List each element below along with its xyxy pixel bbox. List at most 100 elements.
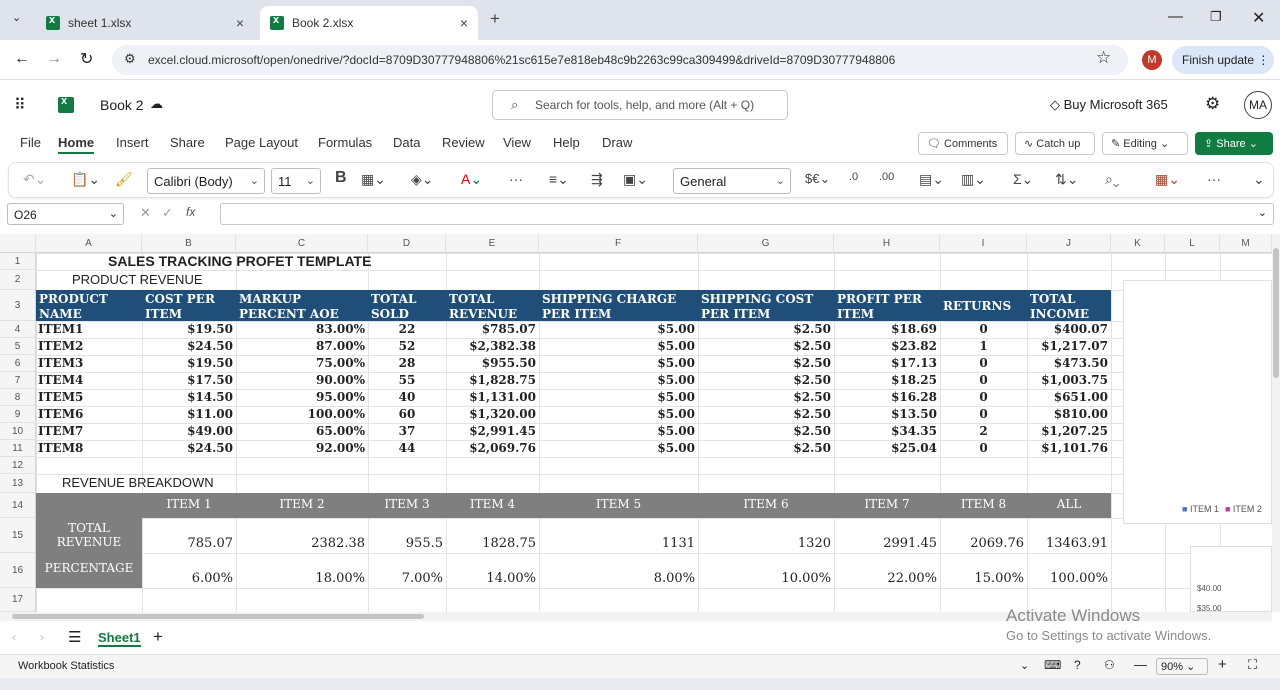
row-header-10[interactable]: 10 bbox=[0, 423, 36, 440]
restore-icon[interactable]: ❐ bbox=[1210, 9, 1222, 25]
conditional-format-icon[interactable]: ▤⌄ bbox=[919, 171, 944, 188]
chart-legend-panel[interactable]: ■ ITEM 1 ■ ITEM 2 bbox=[1123, 280, 1272, 524]
tab-list-icon[interactable]: ⌄ bbox=[12, 11, 21, 24]
column-header-J[interactable]: J bbox=[1027, 234, 1111, 253]
column-header-F[interactable]: F bbox=[539, 234, 698, 253]
minimize-icon[interactable]: — bbox=[1168, 8, 1183, 25]
row-header-7[interactable]: 7 bbox=[0, 372, 36, 389]
editing-mode-button[interactable]: ✎ Editing ⌄ bbox=[1102, 132, 1188, 155]
borders-icon[interactable]: ▦⌄ bbox=[361, 171, 386, 188]
catch-up-button[interactable]: ∿ Catch up bbox=[1015, 132, 1095, 155]
tab-insert[interactable]: Insert bbox=[116, 135, 149, 150]
keyboard-icon[interactable]: ⌨ bbox=[1044, 658, 1061, 672]
search-box[interactable]: ⌕ Search for tools, help, and more (Alt … bbox=[492, 90, 788, 120]
tab-file[interactable]: File bbox=[20, 135, 41, 150]
tab-view[interactable]: View bbox=[503, 135, 531, 150]
close-icon[interactable]: × bbox=[236, 15, 244, 31]
row-header-2[interactable]: 2 bbox=[0, 270, 36, 290]
column-header-E[interactable]: E bbox=[446, 234, 539, 253]
accessibility-icon[interactable]: ⚇ bbox=[1104, 658, 1115, 672]
column-header-G[interactable]: G bbox=[698, 234, 834, 253]
profile-avatar[interactable]: M bbox=[1142, 50, 1162, 70]
row-header-8[interactable]: 8 bbox=[0, 389, 36, 406]
decrease-decimal-icon[interactable]: .0 bbox=[849, 171, 858, 183]
spreadsheet-grid[interactable]: ABCDEFGHIJKLM 1 2 3 4 5 6 7 8 9 10 11 12 13 14 15 16 17 S… bbox=[0, 234, 1280, 612]
font-family-select[interactable]: Calibri (Body) ⌄ bbox=[147, 168, 265, 194]
font-size-select[interactable]: 11 ⌄ bbox=[271, 168, 321, 194]
tab-formulas[interactable]: Formulas bbox=[318, 135, 372, 150]
prev-sheet-icon[interactable]: ‹ bbox=[12, 630, 16, 644]
row-header-3[interactable]: 3 bbox=[0, 290, 36, 321]
back-icon[interactable]: ← bbox=[14, 50, 30, 68]
row-header-6[interactable]: 6 bbox=[0, 355, 36, 372]
column-header-B[interactable]: B bbox=[142, 234, 236, 253]
zoom-level-select[interactable]: 90% ⌄ bbox=[1156, 658, 1208, 675]
zoom-in-icon[interactable]: + bbox=[1218, 656, 1227, 673]
help-icon[interactable]: ? bbox=[1074, 658, 1081, 672]
select-all-corner[interactable] bbox=[0, 234, 36, 253]
vertical-scroll-thumb[interactable] bbox=[1273, 248, 1279, 378]
row-header-4[interactable]: 4 bbox=[0, 321, 36, 338]
tab-share[interactable]: Share bbox=[170, 135, 205, 150]
row-header-5[interactable]: 5 bbox=[0, 338, 36, 355]
reload-icon[interactable]: ↻ bbox=[80, 49, 93, 69]
comments-button[interactable]: 🗨 Comments bbox=[918, 132, 1008, 155]
browser-tab-book2[interactable]: Book 2.xlsx × bbox=[260, 6, 478, 40]
row-header-12[interactable]: 12 bbox=[0, 457, 36, 474]
add-ins-icon[interactable]: ▦⌄ bbox=[1155, 171, 1180, 188]
row-header-1[interactable]: 1 bbox=[0, 253, 36, 270]
chart-panel[interactable]: $40.00 $35.00 bbox=[1190, 546, 1272, 612]
tab-data[interactable]: Data bbox=[393, 135, 420, 150]
row-header-17[interactable]: 17 bbox=[0, 588, 36, 612]
fullscreen-icon[interactable]: ⛶ bbox=[1248, 657, 1257, 673]
undo-icon[interactable]: ↶⌄ bbox=[23, 171, 46, 188]
row-header-13[interactable]: 13 bbox=[0, 474, 36, 493]
column-header-H[interactable]: H bbox=[834, 234, 940, 253]
column-header-D[interactable]: D bbox=[368, 234, 446, 253]
autosum-icon[interactable]: Σ⌄ bbox=[1013, 171, 1033, 188]
row-header-11[interactable]: 11 bbox=[0, 440, 36, 457]
tab-draw[interactable]: Draw bbox=[602, 135, 632, 150]
tab-page-layout[interactable]: Page Layout bbox=[225, 135, 298, 150]
new-tab-icon[interactable]: + bbox=[490, 9, 500, 29]
column-header-M[interactable]: M bbox=[1220, 234, 1272, 253]
site-settings-icon[interactable]: ⚙ bbox=[124, 51, 136, 67]
paste-icon[interactable]: 📋⌄ bbox=[71, 171, 100, 188]
cancel-icon[interactable]: ✕ bbox=[140, 205, 151, 221]
row-header-15[interactable]: 15 bbox=[0, 518, 36, 553]
more-font-icon[interactable]: ··· bbox=[509, 171, 523, 187]
row-header-14[interactable]: 14 bbox=[0, 493, 36, 518]
format-table-icon[interactable]: ▥⌄ bbox=[961, 171, 986, 188]
column-header-L[interactable]: L bbox=[1165, 234, 1220, 253]
vertical-scrollbar[interactable] bbox=[1272, 234, 1280, 612]
column-header-K[interactable]: K bbox=[1111, 234, 1165, 253]
row-header-9[interactable]: 9 bbox=[0, 406, 36, 423]
tab-home[interactable]: Home bbox=[58, 135, 95, 154]
merge-center-icon[interactable]: ▣⌄ bbox=[623, 171, 648, 188]
autosave-cloud-icon[interactable]: ☁ bbox=[150, 96, 163, 112]
column-header-A[interactable]: A bbox=[36, 234, 142, 253]
enter-icon[interactable]: ✓ bbox=[162, 205, 173, 221]
name-box[interactable]: O26 ⌄ bbox=[7, 203, 124, 225]
wrap-text-icon[interactable]: ⇶ bbox=[591, 171, 603, 188]
all-sheets-icon[interactable]: ☰ bbox=[68, 628, 81, 646]
sheet-tab-sheet1[interactable]: Sheet1 bbox=[98, 630, 141, 647]
url-field[interactable]: ⚙ excel.cloud.microsoft/open/onedrive/?d… bbox=[112, 45, 1128, 75]
document-title[interactable]: Book 2 bbox=[100, 97, 144, 113]
app-launcher-icon[interactable]: ⠿ bbox=[14, 95, 26, 115]
next-sheet-icon[interactable]: › bbox=[40, 630, 44, 644]
window-close-icon[interactable]: ✕ bbox=[1252, 8, 1265, 28]
more-options-icon[interactable]: ··· bbox=[1207, 171, 1221, 187]
tab-help[interactable]: Help bbox=[553, 135, 580, 150]
column-header-C[interactable]: C bbox=[236, 234, 368, 253]
increase-decimal-icon[interactable]: .00 bbox=[879, 171, 894, 183]
insert-function-icon[interactable]: fx bbox=[186, 205, 195, 219]
font-color-icon[interactable]: A⌄ bbox=[461, 171, 482, 188]
chevron-down-icon[interactable]: ⌄ bbox=[1020, 659, 1029, 672]
bookmark-star-icon[interactable]: ☆ bbox=[1096, 48, 1111, 68]
horizontal-scroll-thumb[interactable] bbox=[12, 614, 424, 619]
align-icon[interactable]: ≡⌄ bbox=[549, 171, 569, 188]
column-header-I[interactable]: I bbox=[940, 234, 1027, 253]
workbook-statistics[interactable]: Workbook Statistics bbox=[18, 660, 114, 672]
settings-gear-icon[interactable]: ⚙ bbox=[1205, 94, 1220, 114]
